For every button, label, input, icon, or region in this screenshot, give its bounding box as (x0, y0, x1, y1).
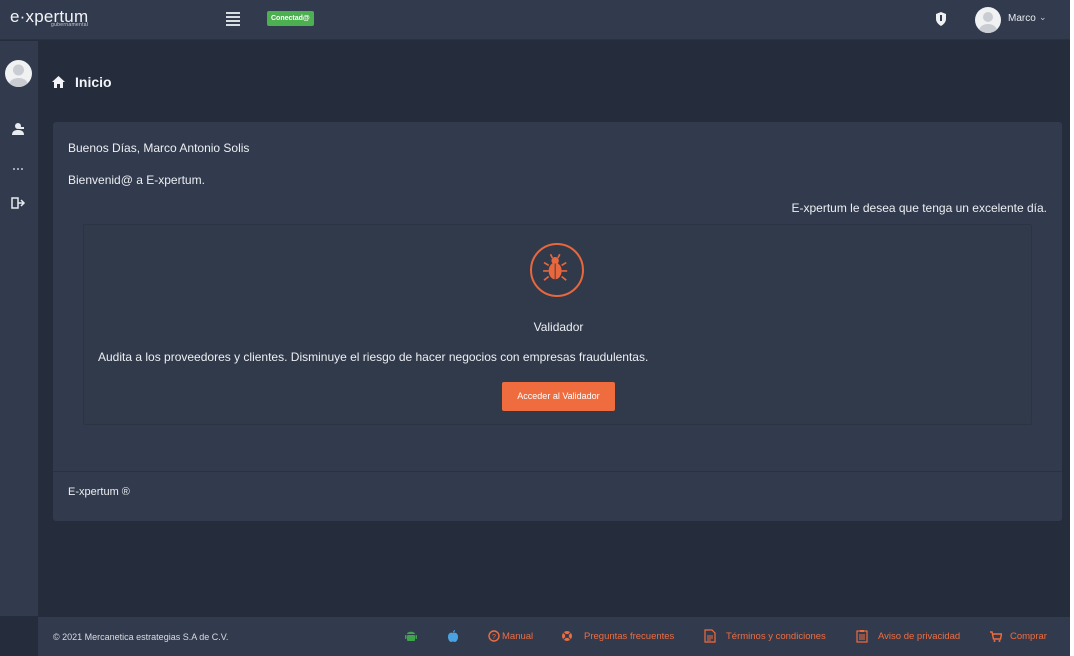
faq-link[interactable]: Preguntas frecuentes (584, 631, 674, 642)
shield-icon[interactable] (935, 12, 947, 26)
validator-panel: Validador Audita a los proveedores y cli… (83, 224, 1032, 425)
user-avatar[interactable] (975, 7, 1001, 33)
app-logo-subtitle: gubernamental (51, 22, 89, 28)
lifebuoy-icon[interactable] (561, 629, 573, 643)
page-footer: © 2021 Mercanetica estrategias S.A de C.… (38, 617, 1074, 656)
top-bar: e·xpertum gubernamental Conectad@ Marco … (0, 0, 1074, 40)
clipboard-icon[interactable] (856, 629, 868, 643)
document-icon[interactable] (704, 629, 716, 643)
window-edge (1070, 0, 1074, 656)
page-title: Inicio (75, 74, 112, 90)
android-icon[interactable] (404, 629, 418, 643)
welcome-text: Bienvenid@ a E-xpertum. (68, 173, 205, 187)
home-icon (52, 76, 65, 88)
sidebar-avatar[interactable] (5, 60, 32, 87)
welcome-card: Buenos Días, Marco Antonio Solis Bienven… (53, 122, 1062, 521)
copyright-text: © 2021 Mercanetica estrategias S.A de C.… (53, 632, 229, 642)
app-window: e·xpertum gubernamental Conectad@ Marco … (0, 0, 1074, 656)
user-icon[interactable] (10, 121, 26, 137)
manual-link[interactable]: Manual (502, 631, 533, 642)
help-circle-icon[interactable]: ? (488, 629, 500, 643)
terms-link[interactable]: Términos y condiciones (726, 631, 826, 642)
apple-icon[interactable] (446, 629, 460, 643)
logout-icon[interactable] (10, 195, 26, 211)
card-footer-text: E-xpertum ® (68, 486, 130, 498)
more-icon[interactable] (10, 161, 26, 177)
hamburger-menu-icon[interactable] (226, 12, 240, 26)
sidebar (0, 41, 38, 616)
chevron-down-icon[interactable]: ⌄ (1039, 12, 1047, 23)
greeting-text: Buenos Días, Marco Antonio Solis (68, 141, 250, 155)
access-validator-button[interactable]: Acceder al Validador (502, 382, 615, 411)
user-name[interactable]: Marco (1008, 13, 1036, 24)
privacy-link[interactable]: Aviso de privacidad (878, 631, 960, 642)
cart-icon[interactable] (990, 629, 1002, 643)
wish-text: E-xpertum le desea que tenga un excelent… (791, 201, 1047, 215)
svg-text:?: ? (492, 634, 496, 641)
validator-description: Audita a los proveedores y clientes. Dis… (98, 350, 649, 364)
connection-status-badge: Conectad@ (267, 11, 314, 26)
bug-icon (530, 243, 584, 297)
buy-link[interactable]: Comprar (1010, 631, 1047, 642)
divider (53, 471, 1062, 472)
validator-title: Validador (533, 320, 584, 334)
